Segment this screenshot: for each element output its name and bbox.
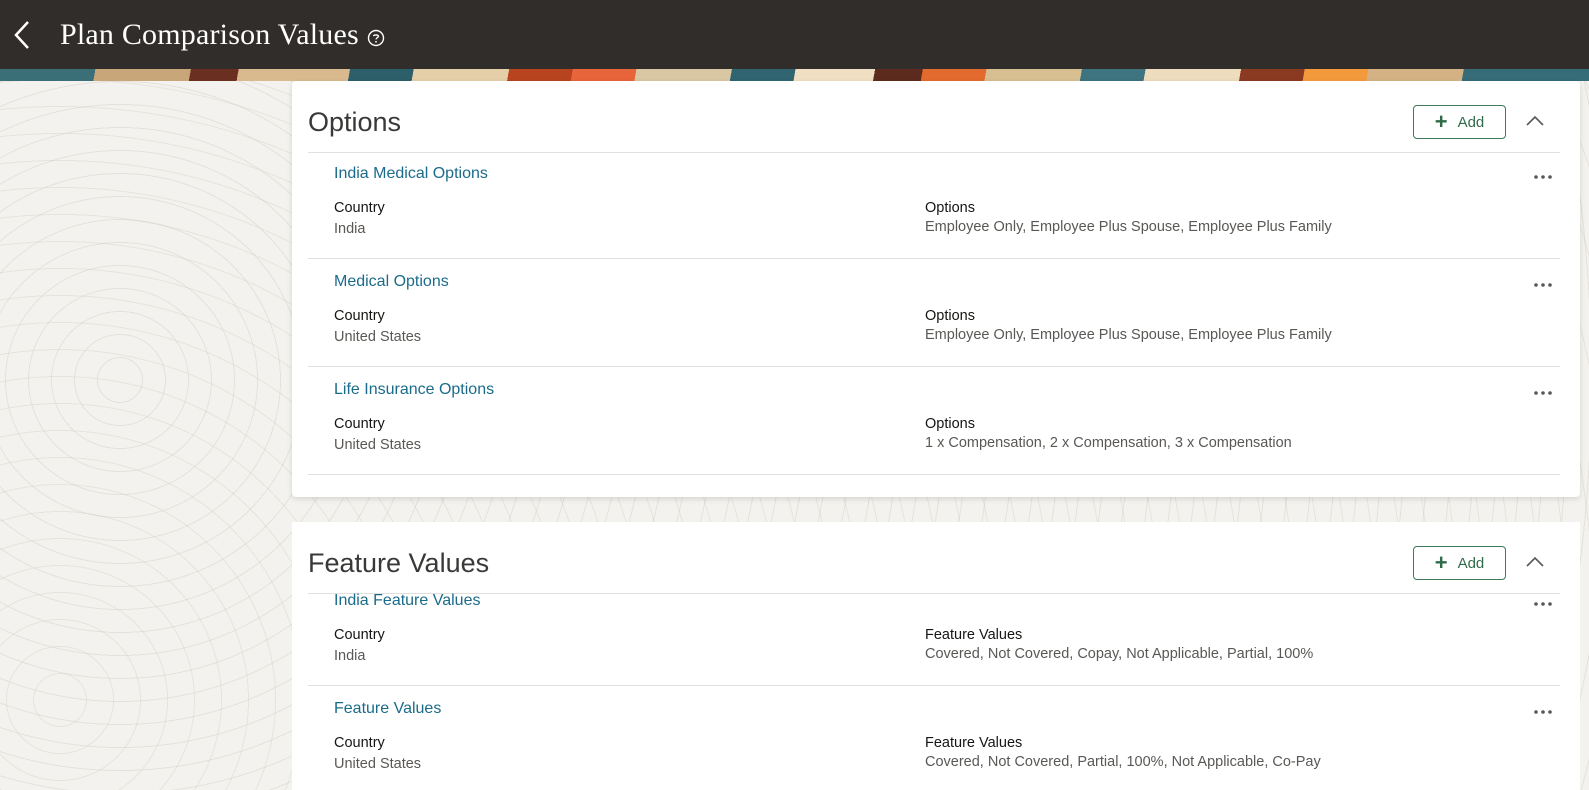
options-card: Options + Add India Medical Options Coun… [292, 81, 1580, 497]
decorative-banner [0, 69, 1589, 81]
question-circle-icon[interactable] [367, 29, 385, 47]
country-label: Country [334, 627, 385, 643]
options-label: Options [925, 308, 975, 324]
list-item: Medical Options Country United States Op… [308, 259, 1560, 367]
country-label: Country [334, 735, 385, 751]
chevron-left-icon [13, 20, 31, 50]
options-value: Employee Only, Employee Plus Spouse, Emp… [925, 327, 1332, 343]
ellipsis-icon [1534, 701, 1552, 719]
add-feature-value-button[interactable]: + Add [1413, 546, 1506, 580]
more-actions-button[interactable] [1532, 275, 1554, 291]
feature-values-value: Covered, Not Covered, Partial, 100%, Not… [925, 754, 1321, 770]
row-title-link[interactable]: Life Insurance Options [334, 381, 494, 399]
chevron-up-icon [1526, 113, 1544, 131]
country-value: India [334, 648, 366, 664]
ellipsis-icon [1534, 382, 1552, 400]
options-label: Options [925, 416, 975, 432]
country-value: United States [334, 329, 422, 345]
options-value: Employee Only, Employee Plus Spouse, Emp… [925, 219, 1332, 235]
feature-values-label: Feature Values [925, 735, 1023, 751]
row-title-link[interactable]: Feature Values [334, 700, 441, 718]
feature-values-value: Covered, Not Covered, Copay, Not Applica… [925, 646, 1314, 662]
more-actions-button[interactable] [1532, 167, 1554, 183]
add-option-button[interactable]: + Add [1413, 105, 1506, 139]
country-label: Country [334, 200, 385, 216]
list-item: India Feature Values Country India Featu… [308, 578, 1560, 686]
feature-values-card: Feature Values + Add India Feature Value… [292, 522, 1580, 790]
list-item: India Medical Options Country India Opti… [308, 151, 1560, 259]
page-title: Plan Comparison Values [60, 17, 359, 51]
row-title-link[interactable]: Medical Options [334, 273, 449, 291]
collapse-section-button[interactable] [1524, 555, 1546, 571]
add-button-label: Add [1457, 554, 1485, 572]
list-item: Feature Values Country United States Fea… [308, 686, 1560, 790]
chevron-up-icon [1526, 554, 1544, 572]
more-actions-button[interactable] [1532, 594, 1554, 610]
list-item: Life Insurance Options Country United St… [308, 367, 1560, 475]
ellipsis-icon [1534, 593, 1552, 611]
more-actions-button[interactable] [1532, 702, 1554, 718]
options-section-header: Options + Add [308, 81, 1560, 153]
ellipsis-icon [1534, 166, 1552, 184]
collapse-section-button[interactable] [1524, 114, 1546, 130]
row-title-link[interactable]: India Medical Options [334, 165, 488, 183]
back-button[interactable] [6, 15, 38, 55]
page-header: Plan Comparison Values [0, 0, 1589, 69]
options-value: 1 x Compensation, 2 x Compensation, 3 x … [925, 435, 1292, 451]
plus-icon: + [1434, 550, 1448, 575]
more-actions-button[interactable] [1532, 383, 1554, 399]
section-title: Feature Values [308, 548, 490, 578]
country-value: India [334, 221, 366, 237]
section-title: Options [308, 107, 402, 137]
plus-icon: + [1434, 109, 1448, 134]
add-button-label: Add [1457, 113, 1485, 131]
row-title-link[interactable]: India Feature Values [334, 592, 480, 610]
feature-values-label: Feature Values [925, 627, 1023, 643]
country-label: Country [334, 308, 385, 324]
country-value: United States [334, 756, 422, 772]
ellipsis-icon [1534, 274, 1552, 292]
options-label: Options [925, 200, 975, 216]
country-label: Country [334, 416, 385, 432]
country-value: United States [334, 437, 422, 453]
